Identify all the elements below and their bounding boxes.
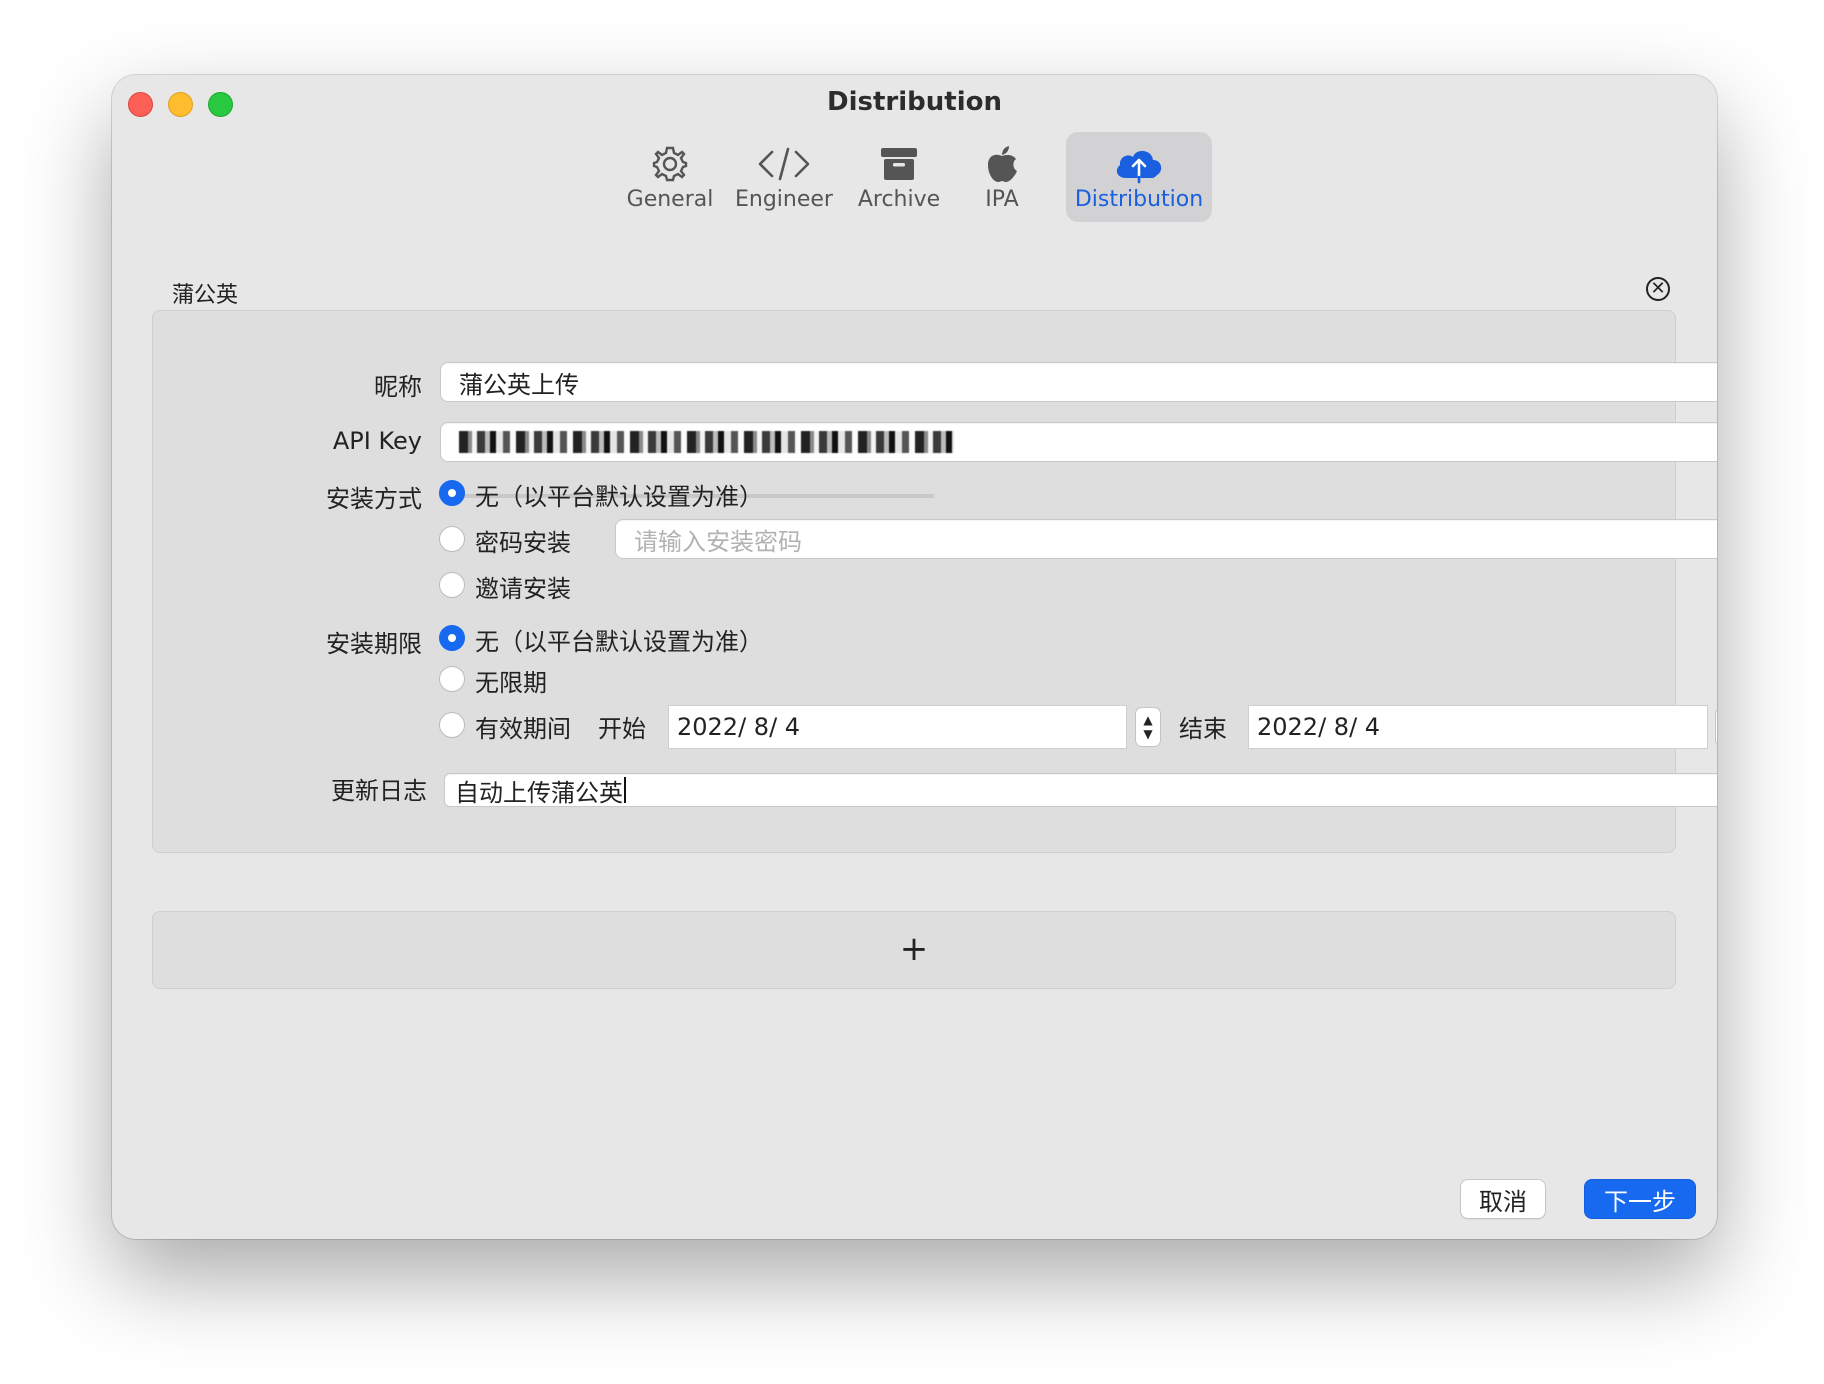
tab-archive-label: Archive	[857, 187, 941, 212]
distribution-window: Distribution General Engineer Archive IP…	[112, 75, 1717, 1239]
plus-icon: +	[899, 929, 929, 969]
install-period-range-radio[interactable]	[439, 712, 465, 738]
start-date-stepper[interactable]: ▲ ▼	[1135, 707, 1161, 747]
start-date-label: 开始	[598, 715, 646, 743]
end-date-field[interactable]: 2022/ 8/ 4	[1248, 705, 1708, 749]
close-circle-icon: ✕	[1650, 277, 1666, 299]
changelog-input[interactable]: 自动上传蒲公英	[444, 773, 1717, 807]
chevron-up-icon: ▲	[1143, 713, 1153, 727]
text-caret	[624, 777, 626, 803]
nickname-input[interactable]: 蒲公英上传	[440, 362, 1717, 402]
install-method-default-radio[interactable]	[439, 480, 465, 506]
install-period-default-label: 无（以平台默认设置为准）	[475, 628, 763, 656]
tab-distribution-label: Distribution	[1074, 187, 1204, 212]
nickname-label: 昵称	[374, 373, 422, 401]
tab-general-label: General	[626, 187, 714, 212]
cancel-button[interactable]: 取消	[1460, 1179, 1546, 1219]
tab-distribution[interactable]: Distribution	[1066, 132, 1212, 222]
tab-engineer-label: Engineer	[735, 187, 833, 212]
nickname-value: 蒲公英上传	[459, 370, 579, 399]
install-period-unlimited-label: 无限期	[475, 669, 547, 697]
chevron-down-icon: ▼	[1143, 727, 1153, 741]
install-method-default-label: 无（以平台默认设置为准）	[475, 483, 763, 511]
end-date-stepper[interactable]: ▲ ▼	[1715, 707, 1717, 747]
tab-engineer[interactable]: Engineer	[732, 132, 836, 222]
code-icon	[758, 147, 810, 181]
changelog-value: 自动上传蒲公英	[455, 778, 623, 807]
install-period-default-radio[interactable]	[439, 625, 465, 651]
tab-ipa-label: IPA	[985, 187, 1019, 212]
install-password-input[interactable]: 请输入安装密码	[615, 519, 1717, 559]
cloud-upload-icon	[1116, 150, 1162, 184]
tab-ipa[interactable]: IPA	[962, 132, 1042, 222]
install-method-password-radio[interactable]	[439, 526, 465, 552]
install-password-placeholder: 请输入安装密码	[634, 527, 802, 556]
api-key-input[interactable]	[440, 422, 1717, 462]
install-method-invite-radio[interactable]	[439, 572, 465, 598]
changelog-label: 更新日志	[331, 777, 427, 805]
install-period-label: 安装期限	[326, 630, 422, 658]
install-period-range-label: 有效期间	[475, 715, 571, 743]
api-key-label: API Key	[332, 427, 422, 455]
apple-logo-icon	[988, 146, 1017, 182]
install-method-password-label: 密码安装	[475, 529, 571, 557]
start-date-field[interactable]: 2022/ 8/ 4	[668, 705, 1127, 749]
preferences-toolbar: General Engineer Archive IPA Distributio…	[112, 132, 1717, 232]
tab-general[interactable]: General	[622, 132, 718, 222]
gear-icon	[652, 146, 688, 182]
end-date-value: 2022/ 8/ 4	[1257, 713, 1381, 741]
install-period-unlimited-radio[interactable]	[439, 666, 465, 692]
archive-box-icon	[881, 148, 917, 180]
section-title: 蒲公英	[172, 283, 239, 308]
api-key-redacted-value	[459, 431, 954, 453]
start-date-value: 2022/ 8/ 4	[677, 713, 801, 741]
window-title: Distribution	[827, 87, 1002, 117]
install-method-label: 安装方式	[326, 485, 422, 513]
install-method-invite-label: 邀请安装	[475, 575, 571, 603]
add-platform-button[interactable]: +	[152, 911, 1676, 989]
remove-section-button[interactable]: ✕	[1646, 277, 1670, 301]
next-button[interactable]: 下一步	[1584, 1179, 1696, 1219]
end-date-label: 结束	[1179, 715, 1227, 743]
tab-archive[interactable]: Archive	[852, 132, 946, 222]
